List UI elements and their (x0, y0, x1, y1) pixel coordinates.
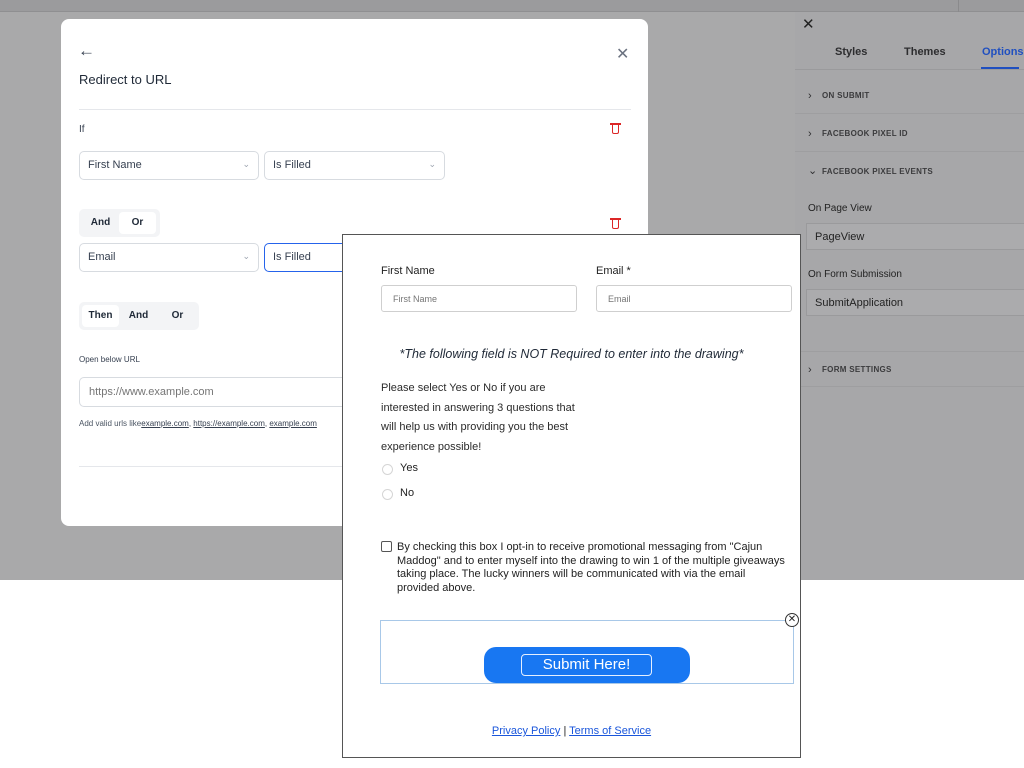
toggle-or[interactable]: Or (119, 212, 156, 234)
close-icon[interactable]: ✕ (785, 613, 799, 627)
section-on-submit[interactable]: › ON SUBMIT (795, 78, 1024, 114)
panel-close-icon[interactable]: ✕ (802, 17, 815, 32)
and-or-toggle: And Or (79, 209, 160, 237)
hint-link[interactable]: https://example.com (193, 419, 265, 428)
form-heading: *The following field is NOT Required to … (399, 347, 744, 361)
condition-2-operator-select[interactable]: Is Filled (264, 243, 354, 272)
section-label: FORM SETTINGS (822, 365, 892, 374)
hint-link[interactable]: example.com (269, 419, 317, 428)
section-facebook-pixel-id[interactable]: › FACEBOOK PIXEL ID (795, 116, 1024, 152)
submit-button-label: Submit Here! (521, 654, 652, 676)
first-name-input[interactable] (381, 285, 577, 312)
chevron-right-icon: › (808, 364, 812, 376)
chevron-down-icon: ⌄ (808, 165, 818, 177)
condition-1-field-select[interactable]: First Name ⌄ (79, 151, 259, 180)
on-form-submission-input[interactable]: SubmitApplication (806, 289, 1024, 316)
select-value: Is Filled (273, 159, 311, 171)
on-page-view-label: On Page View (808, 203, 872, 214)
url-hint: Add valid urls likeexample.com, https://… (79, 419, 317, 428)
chevron-right-icon: › (808, 128, 812, 140)
on-page-view-input[interactable]: PageView (806, 223, 1024, 250)
trash-icon[interactable] (610, 217, 621, 229)
toggle-and[interactable]: And (82, 212, 119, 234)
radio-yes[interactable] (382, 464, 393, 475)
tab-active-indicator (981, 67, 1019, 69)
tab-styles[interactable]: Styles (835, 46, 867, 58)
options-panel: ✕ Styles Themes Options › ON SUBMIT › FA… (795, 12, 1024, 580)
top-bar-divider (958, 0, 959, 12)
url-input[interactable] (79, 377, 369, 407)
email-label: Email * (596, 265, 631, 277)
url-label: Open below URL (79, 355, 140, 364)
close-icon[interactable]: ✕ (616, 44, 629, 64)
arrow-left-icon[interactable]: ← (78, 41, 95, 61)
section-form-settings[interactable]: › FORM SETTINGS (795, 351, 1024, 387)
select-value: Is Filled (273, 251, 311, 263)
modal-title: Redirect to URL (79, 72, 172, 87)
select-value: First Name (88, 159, 142, 171)
terms-link[interactable]: Terms of Service (569, 725, 651, 737)
tab-themes[interactable]: Themes (904, 46, 946, 58)
footer-links: Privacy Policy | Terms of Service (343, 725, 800, 737)
privacy-policy-link[interactable]: Privacy Policy (492, 725, 560, 737)
consent-text: By checking this box I opt-in to receive… (397, 541, 785, 594)
radio-no[interactable] (382, 489, 393, 500)
section-label: FACEBOOK PIXEL EVENTS (822, 167, 934, 176)
first-name-label: First Name (381, 265, 435, 277)
trash-icon[interactable] (610, 122, 621, 134)
section-facebook-pixel-events[interactable]: ⌄ FACEBOOK PIXEL EVENTS (795, 154, 1024, 190)
toggle-or[interactable]: Or (159, 305, 196, 327)
panel-tabs: Styles Themes Options (795, 42, 1024, 70)
chevron-right-icon: › (808, 90, 812, 102)
then-and-or-toggle: Then And Or (79, 302, 199, 330)
hint-text: Add valid urls like (79, 419, 142, 428)
chevron-down-icon: ⌄ (242, 251, 250, 261)
divider (79, 109, 631, 110)
toggle-then[interactable]: Then (82, 305, 119, 327)
question-text: Please select Yes or No if you are inter… (381, 382, 575, 453)
submit-button[interactable]: Submit Here! (484, 647, 690, 683)
if-label: If (79, 124, 85, 135)
chevron-down-icon: ⌄ (242, 159, 250, 169)
section-label: FACEBOOK PIXEL ID (822, 129, 908, 138)
select-value: Email (88, 251, 116, 263)
radio-yes-label: Yes (400, 462, 418, 474)
condition-1-operator-select[interactable]: Is Filled ⌄ (264, 151, 445, 180)
hint-link[interactable]: example.com (141, 419, 189, 428)
radio-no-label: No (400, 487, 415, 499)
on-form-submission-label: On Form Submission (808, 269, 902, 280)
top-bar (0, 0, 1024, 12)
section-label: ON SUBMIT (822, 91, 870, 100)
link-separator: | (563, 725, 567, 737)
toggle-and[interactable]: And (120, 305, 157, 327)
form-preview: First Name Email * *The following field … (342, 234, 801, 758)
condition-2-field-select[interactable]: Email ⌄ (79, 243, 259, 272)
consent-checkbox[interactable] (381, 541, 392, 552)
email-input[interactable] (596, 285, 792, 312)
chevron-down-icon: ⌄ (428, 159, 436, 169)
tab-options[interactable]: Options (982, 46, 1024, 58)
